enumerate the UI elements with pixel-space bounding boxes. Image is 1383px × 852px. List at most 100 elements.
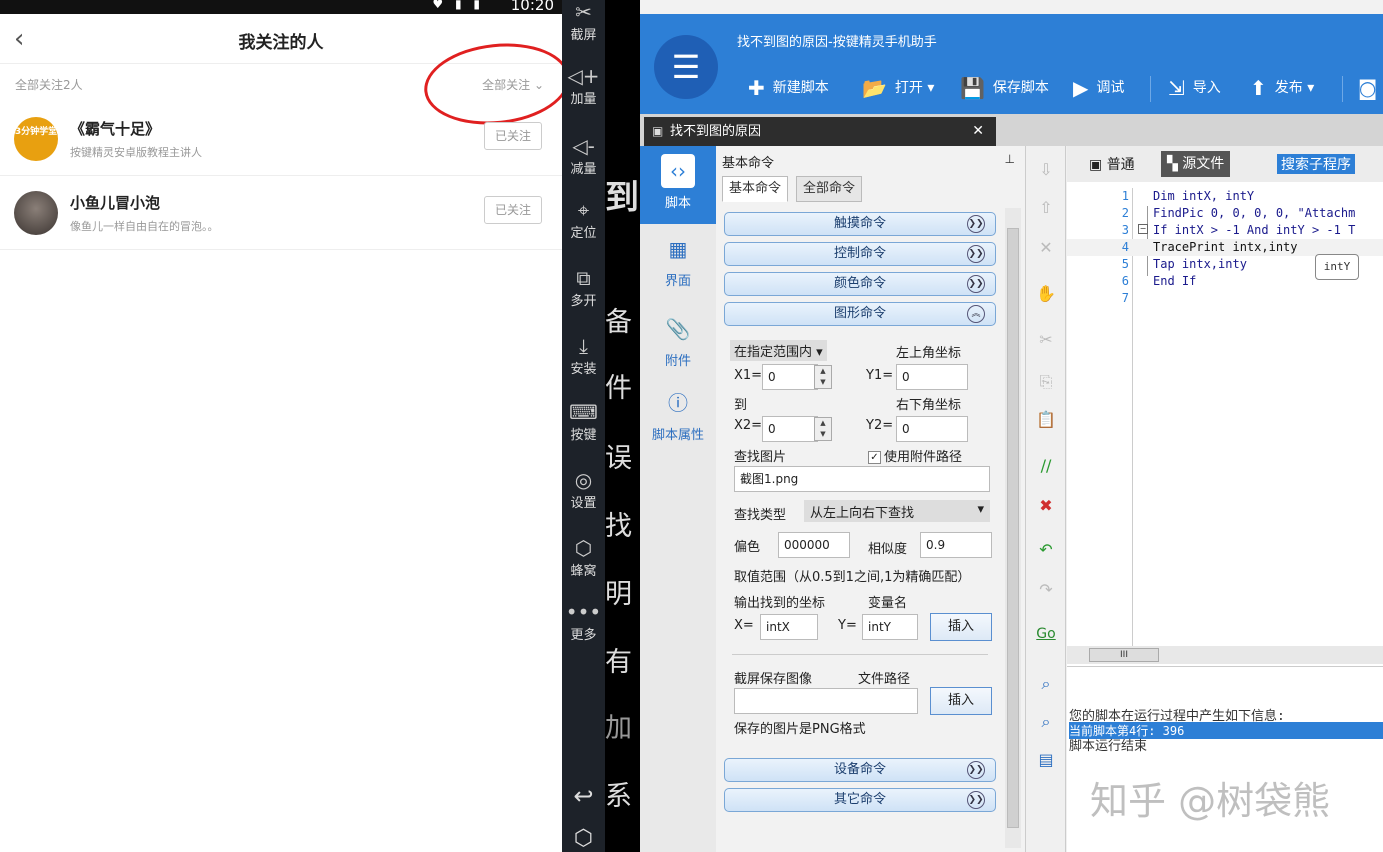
- edit-tools: ⇩ ⇧ ✕ ✋ ✂ ⎘ 📋 // ✖ ↶ ↷ Go ⌕ ⌕ ▤: [1026, 146, 1066, 852]
- location-icon: ⌖: [577, 198, 590, 222]
- insert-button-2[interactable]: 插入: [930, 687, 992, 715]
- group-touch[interactable]: 触摸命令 ❯❯: [724, 212, 996, 236]
- volume-up-tool[interactable]: ◁+ 加量: [562, 64, 605, 107]
- more-tool[interactable]: ••• 更多: [562, 600, 605, 643]
- find-icon[interactable]: ⌕: [1026, 674, 1066, 694]
- cut-icon[interactable]: ✂: [1026, 330, 1066, 349]
- scrollbar-thumb[interactable]: III: [1089, 648, 1159, 662]
- color-offset-input[interactable]: 000000: [778, 532, 850, 558]
- copy-icon[interactable]: ⎘: [1026, 372, 1066, 392]
- menu-icon[interactable]: ☰: [654, 35, 718, 99]
- nav-script-properties[interactable]: ⓘ 脚本属性: [640, 386, 716, 443]
- bookmark-icon[interactable]: ▤: [1026, 750, 1066, 769]
- group-control[interactable]: 控制命令 ❯❯: [724, 242, 996, 266]
- follow-list-item[interactable]: 3分钟学堂 《霸气十足》 按键精灵安卓版教程主讲人 已关注: [0, 104, 562, 176]
- find-type-select[interactable]: 从左上向右下查找 ▾: [804, 500, 990, 522]
- hand-icon[interactable]: ✋: [1026, 284, 1066, 303]
- x1-stepper[interactable]: ▲ ▼: [814, 365, 832, 389]
- keys-tool[interactable]: ⌨ 按键: [562, 400, 605, 443]
- follow-list-item[interactable]: 小鱼儿冒小泡 像鱼儿一样自由自在的冒泡。。 已关注: [0, 178, 562, 250]
- horizontal-scrollbar[interactable]: III: [1067, 646, 1383, 664]
- var-name-label: 变量名: [868, 596, 908, 611]
- install-tool[interactable]: ⤓ 安装: [562, 334, 605, 377]
- x1-input[interactable]: 0: [762, 364, 818, 390]
- arrow-down-icon[interactable]: ⇩: [1026, 160, 1066, 179]
- x-var-input[interactable]: intX: [760, 614, 818, 640]
- search-subroutine[interactable]: 搜索子程序: [1277, 154, 1355, 174]
- comment-icon[interactable]: //: [1026, 456, 1066, 475]
- group-graphics[interactable]: 图形命令 ︽: [724, 302, 996, 326]
- redo-icon[interactable]: ↷: [1026, 580, 1066, 599]
- hive-tool[interactable]: ⬡ 蜂窝: [562, 536, 605, 579]
- file-path-label: 文件路径: [858, 672, 911, 687]
- y1-input[interactable]: 0: [896, 364, 968, 390]
- nav-ui[interactable]: ▦ 界面: [640, 232, 716, 289]
- insert-button[interactable]: 插入: [930, 613, 992, 641]
- arrow-up-icon[interactable]: ⇧: [1026, 198, 1066, 217]
- save-script-button[interactable]: 💾 保存脚本: [960, 76, 1049, 100]
- group-other[interactable]: 其它命令 ❯❯: [724, 788, 996, 812]
- dropdown-icon: ▾: [977, 502, 984, 517]
- replace-icon[interactable]: ⌕: [1026, 712, 1066, 732]
- more-icon: •••: [565, 600, 602, 624]
- similarity-label: 相似度: [868, 542, 908, 557]
- nav-attachment[interactable]: 📎 附件: [640, 312, 716, 369]
- similarity-input[interactable]: 0.9: [920, 532, 992, 558]
- scrollbar-thumb[interactable]: [1007, 228, 1019, 828]
- back-nav-icon[interactable]: ↩: [562, 782, 605, 810]
- debug-button[interactable]: ▶ 调试: [1073, 76, 1124, 100]
- y2-input[interactable]: 0: [896, 416, 968, 442]
- followed-button[interactable]: 已关注: [484, 196, 542, 224]
- home-nav-icon[interactable]: ⬡: [562, 826, 605, 851]
- document-tabs: ▣ 找不到图的原因 ✕: [640, 114, 1383, 146]
- code-line: 3 If intX > -1 And intY > -1 T: [1121, 223, 1356, 237]
- x-var-label: X=: [734, 618, 754, 633]
- uncomment-icon[interactable]: ✖: [1026, 496, 1066, 515]
- scissors-icon: ✂: [575, 0, 592, 24]
- nav-script[interactable]: ‹› 脚本: [640, 146, 716, 224]
- y-var-input[interactable]: intY: [862, 614, 918, 640]
- tab-basic-commands[interactable]: 基本命令: [722, 176, 789, 202]
- normal-mode-button[interactable]: ▣ 普通: [1089, 154, 1135, 174]
- x2-stepper[interactable]: ▲ ▼: [814, 417, 832, 441]
- chevron-down-icon: ❯❯: [967, 761, 985, 779]
- status-time: 10:20: [510, 0, 554, 14]
- autocomplete-popup[interactable]: intY: [1315, 254, 1359, 280]
- x2-input[interactable]: 0: [762, 416, 818, 442]
- new-script-button[interactable]: ✚ 新建脚本: [748, 76, 829, 100]
- keyboard-icon: ⌨: [569, 400, 598, 424]
- code-editor[interactable]: ▣ 普通 ▚ 源文件 搜索子程序 − 1 Dim intX, intY 2 Find…: [1067, 146, 1383, 666]
- undo-icon[interactable]: ↶: [1026, 540, 1066, 559]
- delete-icon[interactable]: ✕: [1026, 238, 1066, 257]
- tab-all-commands[interactable]: 全部命令: [796, 176, 863, 202]
- camera-button[interactable]: ◙: [1358, 76, 1383, 100]
- top-left-label: 左上角坐标: [896, 346, 962, 361]
- open-button[interactable]: 📂 打开 ▾: [862, 76, 934, 100]
- followed-button[interactable]: 已关注: [484, 122, 542, 150]
- image-file-input[interactable]: 截图1.png: [734, 466, 990, 492]
- scrollbar[interactable]: [1005, 208, 1021, 848]
- use-attach-path-checkbox[interactable]: ✓ 使用附件路径: [868, 446, 962, 465]
- screenshot-save-label: 截屏保存图像: [734, 672, 813, 687]
- group-color[interactable]: 颜色命令 ❯❯: [724, 272, 996, 296]
- goto-icon[interactable]: Go: [1026, 626, 1066, 642]
- divider: [732, 654, 988, 655]
- play-icon: ▶: [1073, 76, 1089, 100]
- source-mode-button[interactable]: ▚ 源文件: [1161, 151, 1231, 177]
- code-toolbar: ▣ 普通 ▚ 源文件 搜索子程序: [1067, 146, 1383, 182]
- pin-icon[interactable]: ⊥: [1005, 152, 1015, 166]
- location-tool[interactable]: ⌖ 定位: [562, 198, 605, 241]
- code-line: 2 FindPic 0, 0, 0, 0, "Attachm: [1121, 206, 1356, 220]
- close-icon[interactable]: ✕: [972, 117, 984, 146]
- publish-button[interactable]: ⬆ 发布 ▾: [1250, 76, 1314, 100]
- paste-icon[interactable]: 📋: [1026, 410, 1066, 429]
- file-path-input[interactable]: [734, 688, 918, 714]
- volume-down-tool[interactable]: ◁- 减量: [562, 134, 605, 177]
- settings-tool[interactable]: ◎ 设置: [562, 468, 605, 511]
- range-select[interactable]: 在指定范围内 ▾: [730, 340, 827, 361]
- screenshot-tool[interactable]: ✂ 截屏: [562, 0, 605, 43]
- import-button[interactable]: ⇲ 导入: [1168, 76, 1221, 100]
- group-device[interactable]: 设备命令 ❯❯: [724, 758, 996, 782]
- document-tab[interactable]: ▣ 找不到图的原因 ✕: [644, 117, 996, 146]
- multi-open-tool[interactable]: ⧉ 多开: [562, 266, 605, 309]
